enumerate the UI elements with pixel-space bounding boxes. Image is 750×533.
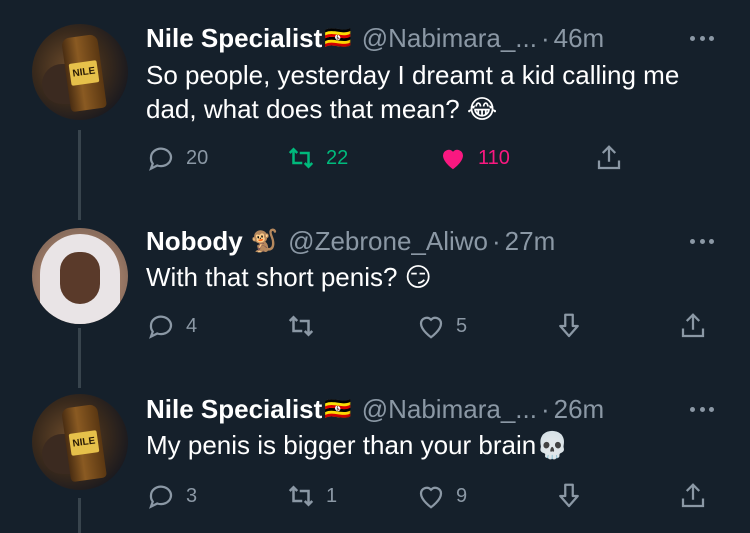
tweet-text: My penis is bigger than your brain💀 — [146, 430, 569, 460]
reply-count: 20 — [186, 146, 209, 169]
tweet-header: Nile Specialist 🇺🇬 @Nabimara_... · 46m — [146, 21, 604, 55]
heart-icon — [419, 486, 443, 509]
retweet-button[interactable]: 22 — [286, 140, 348, 176]
downvote-icon — [559, 313, 579, 338]
timestamp[interactable]: 46m — [554, 23, 605, 54]
share-icon — [597, 145, 621, 170]
like-count: 9 — [456, 484, 468, 507]
more-icon[interactable] — [690, 404, 714, 414]
reply-button[interactable]: 4 — [146, 308, 197, 344]
separator-dot: · — [540, 393, 550, 424]
downvote-button[interactable] — [554, 478, 584, 514]
tweet-header: Nile Specialist 🇺🇬 @Nabimara_... · 26m — [146, 392, 604, 426]
share-button[interactable] — [678, 478, 708, 514]
retweet-count: 1 — [326, 484, 338, 507]
more-icon[interactable] — [690, 33, 714, 43]
like-count: 5 — [456, 314, 468, 337]
retweet-button[interactable]: 1 — [286, 478, 337, 514]
monkey-emoji: 🐒 — [250, 228, 279, 253]
heart-icon — [419, 316, 443, 339]
username[interactable]: @Nabimara_... — [362, 394, 537, 425]
tweet[interactable]: NILE Nile Specialist 🇺🇬 @Nabimara_... · … — [0, 0, 750, 190]
display-name[interactable]: Nile Specialist — [146, 23, 322, 54]
like-button[interactable]: 110 — [438, 140, 510, 176]
retweet-icon — [288, 315, 314, 337]
username[interactable]: @Zebrone_Aliwo — [288, 226, 488, 257]
avatar[interactable]: NILE — [32, 394, 128, 490]
tweet-text: With that short penis? 😏 — [146, 262, 432, 292]
reply-count: 4 — [186, 314, 198, 337]
username[interactable]: @Nabimara_... — [362, 23, 537, 54]
share-icon — [681, 483, 705, 508]
avatar[interactable] — [32, 228, 128, 324]
tweet[interactable]: Nobody 🐒 @Zebrone_Aliwo · 27m With that … — [0, 200, 750, 370]
reply-button[interactable]: 3 — [146, 478, 197, 514]
flag-emoji: 🇺🇬 — [324, 396, 352, 421]
tweet-actions: 4 5 — [146, 308, 726, 344]
display-name[interactable]: Nobody — [146, 226, 243, 257]
reply-count: 3 — [186, 484, 198, 507]
flag-emoji: 🇺🇬 — [324, 25, 352, 50]
bottle-label: NILE — [68, 430, 100, 456]
avatar-face — [60, 252, 100, 304]
display-name[interactable]: Nile Specialist — [146, 394, 322, 425]
tweet-text: So people, yesterday I dreamt a kid call… — [146, 60, 680, 124]
like-button[interactable]: 5 — [416, 308, 467, 344]
tweet-actions: 20 22 110 — [146, 140, 726, 176]
timestamp[interactable]: 26m — [554, 394, 605, 425]
reply-button[interactable]: 20 — [146, 140, 208, 176]
avatar[interactable]: NILE — [32, 24, 128, 120]
heart-icon — [443, 149, 463, 170]
retweet-icon — [288, 485, 314, 507]
retweet-button[interactable] — [286, 308, 326, 344]
downvote-button[interactable] — [554, 308, 584, 344]
like-count: 110 — [478, 146, 510, 169]
separator-dot: · — [540, 22, 550, 53]
share-icon — [681, 313, 705, 338]
like-button[interactable]: 9 — [416, 478, 467, 514]
reply-icon — [149, 485, 173, 509]
share-button[interactable] — [678, 308, 708, 344]
tweet-actions: 3 1 9 — [146, 478, 726, 514]
separator-dot: · — [492, 225, 501, 256]
timestamp[interactable]: 27m — [505, 226, 556, 257]
reply-icon — [149, 315, 173, 339]
more-icon[interactable] — [690, 236, 714, 246]
retweet-icon — [288, 147, 314, 169]
bottle-label: NILE — [68, 60, 100, 86]
retweet-count: 22 — [326, 146, 349, 169]
tweet-header: Nobody 🐒 @Zebrone_Aliwo · 27m — [146, 224, 555, 258]
downvote-icon — [559, 483, 579, 508]
tweet[interactable]: NILE Nile Specialist 🇺🇬 @Nabimara_... · … — [0, 370, 750, 533]
reply-icon — [149, 147, 173, 171]
share-button[interactable] — [594, 140, 624, 176]
